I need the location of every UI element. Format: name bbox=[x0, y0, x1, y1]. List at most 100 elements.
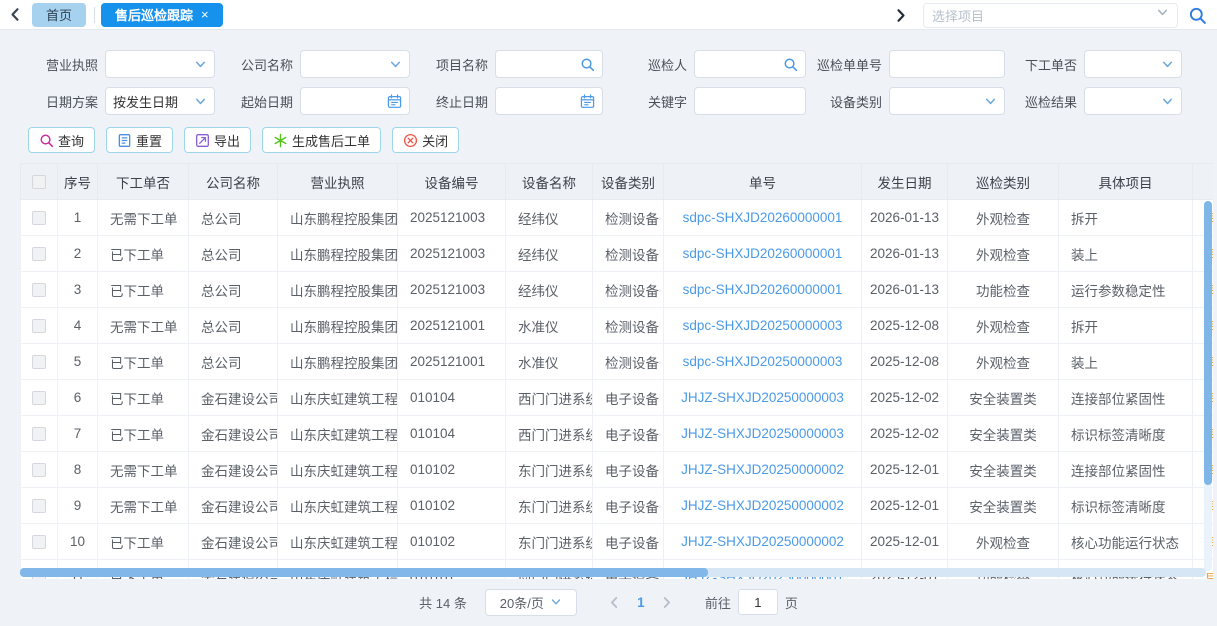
filter-select[interactable] bbox=[889, 87, 1005, 115]
query-button[interactable]: 查询 bbox=[28, 127, 95, 153]
filter-search-input[interactable] bbox=[694, 50, 806, 78]
table-cell: 2025-12-02 bbox=[862, 416, 948, 452]
search-icon[interactable] bbox=[1188, 6, 1207, 25]
order-number-link[interactable]: JHJZ-SHXJD20250000002 bbox=[681, 534, 844, 549]
row-checkbox[interactable] bbox=[32, 391, 46, 405]
tab-home[interactable]: 首页 bbox=[32, 3, 86, 27]
table-cell: 010102 bbox=[398, 524, 506, 560]
table-row: 8无需下工单金石建设公司山东庆虹建筑工程有限公司010102东门门进系统电子设备… bbox=[21, 452, 1214, 488]
table-cell: 金石建设公司 bbox=[189, 524, 278, 560]
row-checkbox[interactable] bbox=[32, 499, 46, 513]
filter-label: 设备类别 bbox=[812, 92, 882, 111]
row-checkbox[interactable] bbox=[32, 535, 46, 549]
row-checkbox[interactable] bbox=[32, 427, 46, 441]
table-cell: sdpc-SHXJD20250000003 bbox=[664, 344, 862, 380]
export-button[interactable]: 导出 bbox=[184, 127, 251, 153]
column-header bbox=[1193, 164, 1214, 200]
horizontal-scrollbar-thumb[interactable] bbox=[20, 568, 708, 577]
table-row: 6已下工单金石建设公司山东庆虹建筑工程有限公司010104西门门进系统电子设备J… bbox=[21, 380, 1214, 416]
order-number-link[interactable]: sdpc-SHXJD20260000001 bbox=[683, 210, 843, 225]
order-number-link[interactable]: JHJZ-SHXJD20250000003 bbox=[681, 426, 844, 441]
project-select[interactable]: 选择项目 bbox=[923, 3, 1178, 28]
row-checkbox-cell bbox=[21, 272, 58, 308]
filter-select[interactable] bbox=[1084, 50, 1182, 78]
generate-work-order-button[interactable]: 生成售后工单 bbox=[262, 127, 381, 153]
reset-button[interactable]: 重置 bbox=[106, 127, 173, 153]
asterisk-icon bbox=[273, 133, 288, 148]
table-cell: 拆开 bbox=[1059, 308, 1193, 344]
table-cell: 2026-01-13 bbox=[862, 272, 948, 308]
filter-label: 公司名称 bbox=[235, 55, 293, 74]
filter-select[interactable] bbox=[300, 50, 410, 78]
filter-text-input[interactable] bbox=[889, 50, 1005, 78]
row-checkbox[interactable] bbox=[32, 247, 46, 261]
row-checkbox[interactable] bbox=[32, 355, 46, 369]
filter-input-field[interactable] bbox=[308, 94, 383, 109]
order-number-link[interactable]: JHJZ-SHXJD20250000003 bbox=[681, 390, 844, 405]
row-checkbox[interactable] bbox=[32, 463, 46, 477]
table-cell: 2025121003 bbox=[398, 272, 506, 308]
filter-input-field[interactable] bbox=[503, 94, 576, 109]
table-cell: 外观检查 bbox=[948, 236, 1059, 272]
filter-date-input[interactable] bbox=[300, 87, 410, 115]
reset-doc-icon bbox=[117, 133, 132, 148]
table-cell: sdpc-SHXJD20250000003 bbox=[664, 308, 862, 344]
chevron-down-icon bbox=[1156, 6, 1169, 24]
table-row: 9无需下工单金石建设公司山东庆虹建筑工程有限公司010102东门门进系统电子设备… bbox=[21, 488, 1214, 524]
vertical-scrollbar-thumb[interactable] bbox=[1204, 201, 1212, 485]
table-cell: 2025-12-08 bbox=[862, 308, 948, 344]
row-checkbox-cell bbox=[21, 488, 58, 524]
prev-page-icon[interactable] bbox=[603, 590, 627, 614]
filter-date-input[interactable] bbox=[495, 87, 603, 115]
filter-label: 终止日期 bbox=[430, 92, 488, 111]
order-number-link[interactable]: JHJZ-SHXJD20250000002 bbox=[681, 498, 844, 513]
table-cell: 外观检查 bbox=[948, 344, 1059, 380]
action-toolbar: 查询重置导出生成售后工单关闭 bbox=[0, 127, 1217, 153]
tab-after-sales-inspection[interactable]: 售后巡检跟踪 × bbox=[101, 3, 223, 27]
select-all-checkbox[interactable] bbox=[32, 175, 46, 189]
tab-divider bbox=[94, 7, 95, 23]
table-cell: 已下工单 bbox=[98, 380, 189, 416]
chevron-right-icon[interactable] bbox=[889, 4, 911, 26]
vertical-scrollbar-track[interactable] bbox=[1204, 201, 1212, 571]
project-select-placeholder: 选择项目 bbox=[932, 6, 1156, 25]
filter-select[interactable] bbox=[105, 50, 215, 78]
filter-input-field[interactable] bbox=[702, 57, 779, 72]
column-header: 序号 bbox=[58, 164, 98, 200]
table-cell: 010104 bbox=[398, 380, 506, 416]
horizontal-scrollbar-track[interactable] bbox=[20, 568, 1206, 577]
row-checkbox[interactable] bbox=[32, 283, 46, 297]
next-page-icon[interactable] bbox=[655, 590, 679, 614]
filter-input-field[interactable] bbox=[503, 57, 576, 72]
order-number-link[interactable]: sdpc-SHXJD20260000001 bbox=[683, 246, 843, 261]
close-button[interactable]: 关闭 bbox=[392, 127, 459, 153]
chevron-down-icon bbox=[194, 58, 207, 71]
tab-close-icon[interactable]: × bbox=[201, 7, 209, 22]
table-row: 3已下工单总公司山东鹏程控股集团有限公司2025121003经纬仪检测设备sdp… bbox=[21, 272, 1214, 308]
goto-page-input[interactable] bbox=[738, 589, 778, 615]
filter-text-input[interactable] bbox=[694, 87, 806, 115]
filter-input-field[interactable] bbox=[702, 94, 798, 109]
row-checkbox[interactable] bbox=[32, 211, 46, 225]
order-number-link[interactable]: JHJZ-SHXJD20250000002 bbox=[681, 462, 844, 477]
chevron-left-icon[interactable] bbox=[4, 4, 26, 26]
order-number-link[interactable]: sdpc-SHXJD20260000001 bbox=[683, 282, 843, 297]
table-cell: 总公司 bbox=[189, 200, 278, 236]
table-row: 10已下工单金石建设公司山东庆虹建筑工程有限公司010102东门门进系统电子设备… bbox=[21, 524, 1214, 560]
page-size-select[interactable]: 20条/页 bbox=[485, 589, 577, 616]
table-cell: 9 bbox=[58, 488, 98, 524]
row-checkbox[interactable] bbox=[32, 319, 46, 333]
row-checkbox-cell bbox=[21, 524, 58, 560]
table-cell: 山东鹏程控股集团有限公司 bbox=[278, 308, 398, 344]
row-checkbox-cell bbox=[21, 416, 58, 452]
order-number-link[interactable]: sdpc-SHXJD20250000003 bbox=[683, 354, 843, 369]
table-cell: 山东庆虹建筑工程有限公司 bbox=[278, 416, 398, 452]
table-cell: 山东鹏程控股集团有限公司 bbox=[278, 344, 398, 380]
order-number-link[interactable]: sdpc-SHXJD20250000003 bbox=[683, 318, 843, 333]
table-cell: 无需下工单 bbox=[98, 452, 189, 488]
filter-select[interactable]: 按发生日期 bbox=[105, 87, 215, 115]
filter-search-input[interactable] bbox=[495, 50, 603, 78]
filter-select[interactable] bbox=[1084, 87, 1182, 115]
filter-input-field[interactable] bbox=[897, 57, 997, 72]
current-page-number[interactable]: 1 bbox=[627, 595, 655, 610]
